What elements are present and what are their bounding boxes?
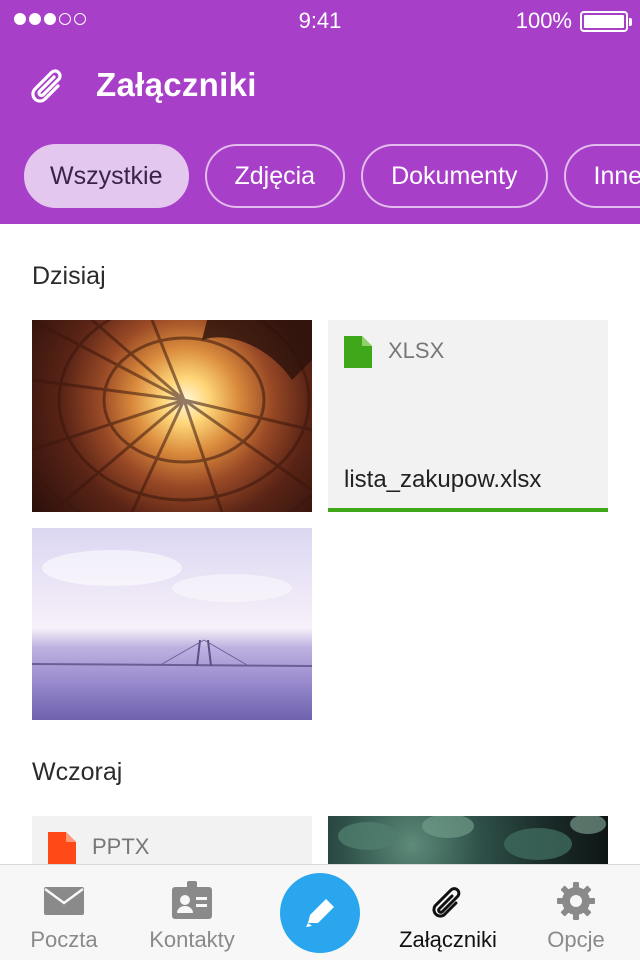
tab-label: Opcje <box>547 927 605 952</box>
section-label-yesterday: Wczoraj <box>32 758 123 786</box>
battery-icon <box>580 11 632 32</box>
tab-options[interactable]: Opcje <box>512 865 640 960</box>
attachment-file-xlsx[interactable]: XLSX lista_zakupow.xlsx <box>328 320 608 512</box>
tab-attachments[interactable]: Załączniki <box>384 865 512 960</box>
filter-chip-documents[interactable]: Dokumenty <box>361 144 548 208</box>
envelope-icon <box>44 887 84 915</box>
tab-mail[interactable]: Poczta <box>0 865 128 960</box>
attachment-photo-bridge[interactable] <box>32 528 312 720</box>
file-name: lista_zakupow.xlsx <box>344 466 542 493</box>
attachment-photo-building[interactable] <box>32 320 312 512</box>
page-title: Załączniki <box>96 66 257 103</box>
section-label-today: Dzisiaj <box>32 262 106 290</box>
status-bar: 9:41 100% <box>0 0 640 42</box>
bottom-tab-bar: Poczta Kontakty Załączniki Opcje <box>0 864 640 960</box>
file-type-label: XLSX <box>388 338 445 363</box>
attachment-file-pptx[interactable]: PPTX <box>32 816 312 864</box>
pencil-icon <box>306 899 334 927</box>
filter-chips: Wszystkie Zdjęcia Dokumenty Inne <box>24 144 640 208</box>
attachment-photo-succulents[interactable] <box>328 816 608 864</box>
tab-contacts[interactable]: Kontakty <box>128 865 256 960</box>
succulents-photo-image <box>338 816 606 860</box>
battery-percentage: 100% <box>515 8 572 33</box>
file-type-label: PPTX <box>92 834 150 859</box>
gear-icon <box>557 882 595 920</box>
paperclip-icon <box>432 887 461 918</box>
compose-button[interactable] <box>280 873 360 953</box>
tab-label: Kontakty <box>149 927 235 952</box>
presentation-file-icon <box>48 832 76 864</box>
bridge-photo-image <box>32 550 312 667</box>
file-type-accent-bar <box>328 508 608 512</box>
tab-label: Poczta <box>30 927 98 952</box>
filter-chip-all[interactable]: Wszystkie <box>24 144 189 208</box>
contact-card-icon <box>172 881 212 919</box>
filter-chip-other[interactable]: Inne <box>563 144 640 208</box>
building-photo-image <box>32 320 312 512</box>
app-header: 9:41 100% Załączniki Wszystkie Zdjęcia D… <box>0 0 640 224</box>
tab-label: Załączniki <box>399 927 497 952</box>
title-row: Załączniki <box>0 56 640 112</box>
spreadsheet-file-icon <box>344 336 372 368</box>
paperclip-icon <box>31 69 62 103</box>
filter-chip-photos[interactable]: Zdjęcia <box>204 144 346 208</box>
